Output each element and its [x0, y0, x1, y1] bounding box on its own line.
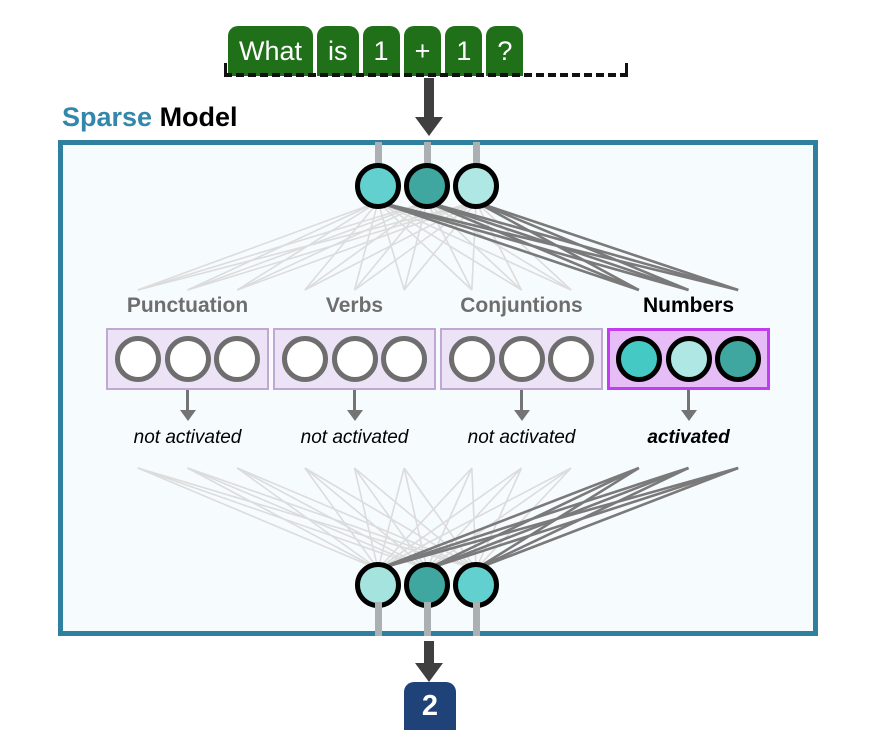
neuron-stub	[423, 602, 431, 636]
output-arrow-head	[415, 663, 443, 682]
group-label-verbs: Verbs	[325, 294, 384, 317]
output-token: 2	[404, 682, 456, 730]
group-label-numbers: Numbers	[642, 294, 735, 317]
title-rest: Model	[152, 102, 238, 132]
group-status-arrow-head	[179, 410, 196, 421]
top-neuron	[404, 163, 450, 209]
group-status-arrow-shaft	[353, 390, 356, 412]
group-neuron	[281, 336, 328, 382]
top-neuron	[355, 163, 401, 209]
diagram-canvas: What is 1 +1? Sparse Model Punctuation not a…	[0, 0, 880, 748]
group-neuron	[214, 336, 261, 382]
group-status-arrow-head	[680, 410, 697, 421]
group-neuron	[615, 336, 662, 382]
top-neuron	[453, 163, 499, 209]
group-neuron	[381, 336, 428, 382]
group-status-numbers: activated	[647, 427, 730, 448]
group-status-punctuation: not activated	[133, 427, 242, 448]
group-neuron	[548, 336, 595, 382]
group-label-punctuation: Punctuation	[126, 294, 249, 317]
group-neuron	[331, 336, 378, 382]
input-token-baseline	[224, 63, 628, 77]
group-status-arrow-head	[513, 410, 530, 421]
group-status-arrow-head	[346, 410, 363, 421]
title-highlight: Sparse	[62, 102, 153, 132]
group-neuron	[715, 336, 762, 382]
group-neuron	[164, 336, 211, 382]
group-status-verbs: not activated	[300, 427, 409, 448]
group-status-arrow-shaft	[186, 390, 189, 412]
group-status-arrow-shaft	[687, 390, 690, 412]
group-neuron	[114, 336, 161, 382]
neuron-stub	[374, 602, 382, 636]
input-arrow-shaft	[424, 78, 434, 120]
group-status-arrow-shaft	[520, 390, 523, 412]
page-title: Sparse Model	[62, 102, 238, 133]
group-neuron	[498, 336, 545, 382]
group-label-conjuntions: Conjuntions	[460, 294, 583, 317]
group-neuron	[665, 336, 712, 382]
group-status-conjuntions: not activated	[467, 427, 576, 448]
group-neuron	[448, 336, 495, 382]
neuron-stub	[472, 602, 480, 636]
input-arrow-head	[415, 117, 443, 136]
